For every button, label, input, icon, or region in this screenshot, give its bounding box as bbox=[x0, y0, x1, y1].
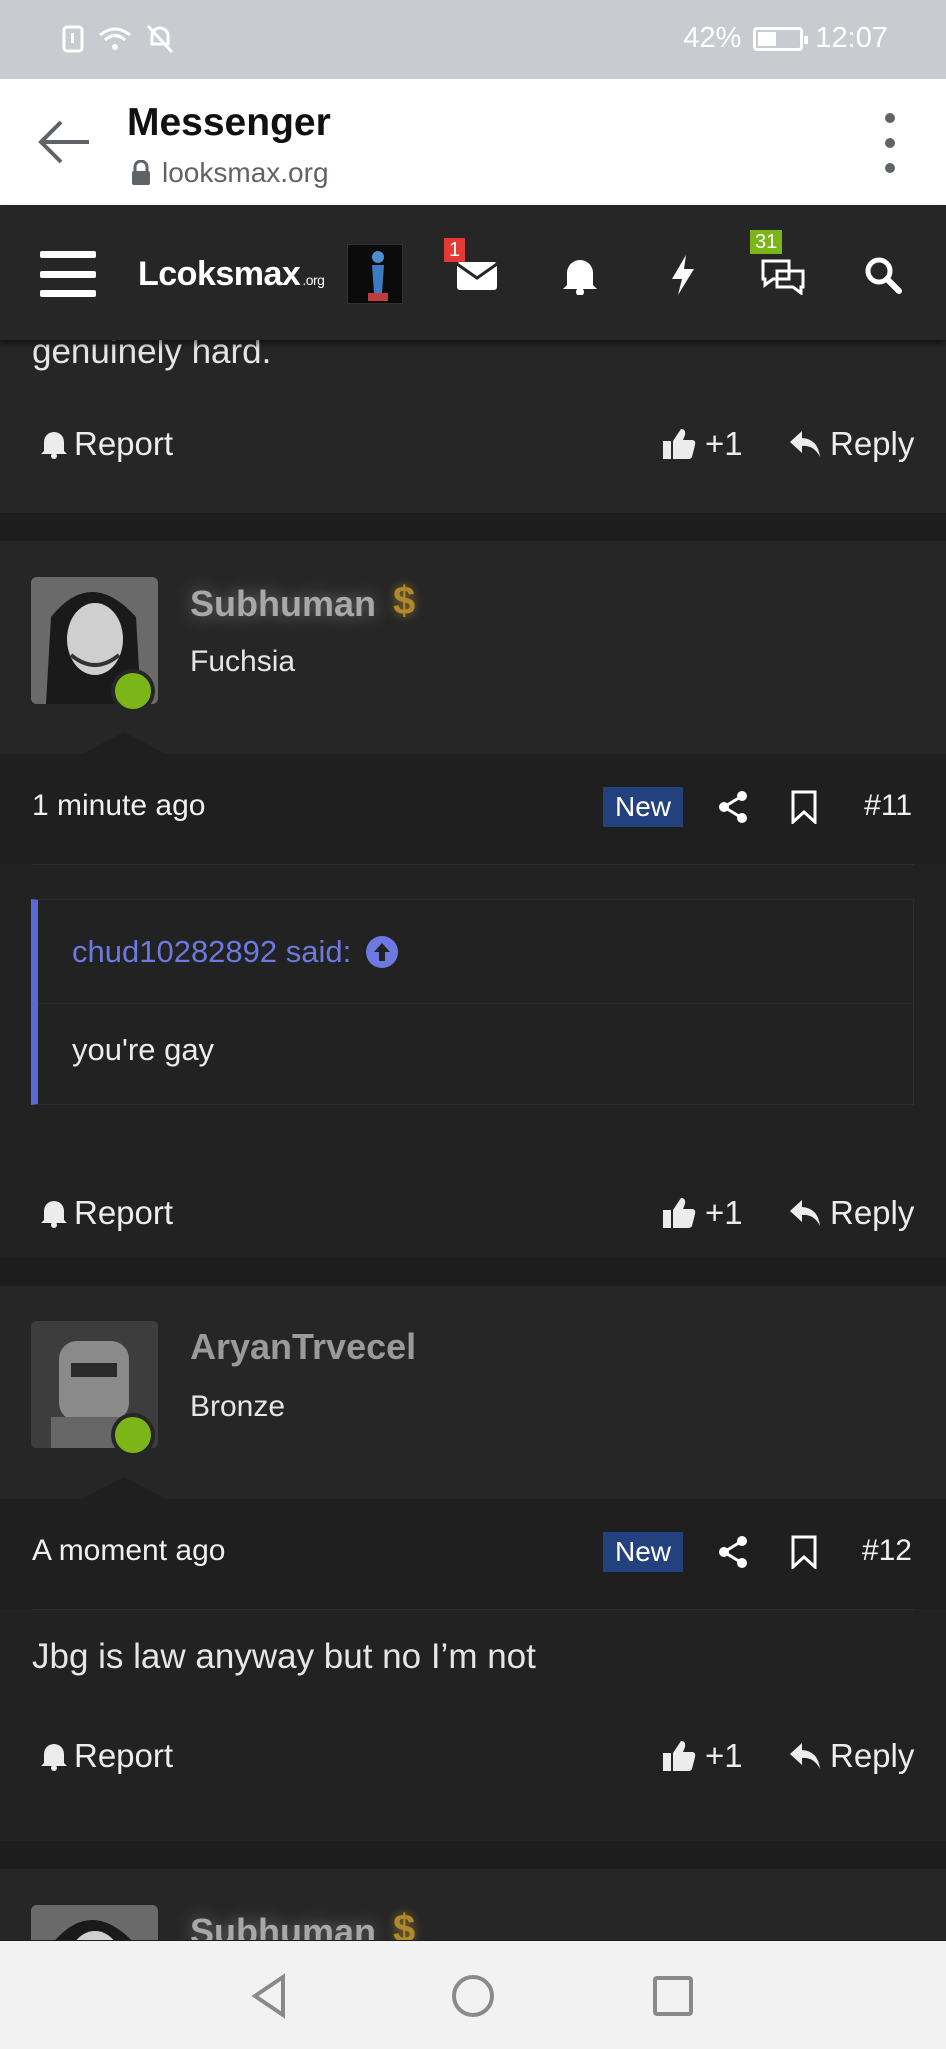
report-button[interactable]: Report bbox=[40, 1194, 173, 1232]
post-meta: 1 minute ago New #11 bbox=[0, 754, 946, 864]
user-block-pointer bbox=[82, 732, 166, 754]
envelope-icon bbox=[456, 262, 498, 290]
user-rank: Fuchsia bbox=[190, 645, 296, 678]
thumbs-up-icon bbox=[663, 1741, 696, 1771]
search-icon bbox=[865, 257, 902, 294]
system-navigation-bar bbox=[0, 1941, 946, 2049]
user-rank: Bronze bbox=[190, 1390, 286, 1423]
account-avatar[interactable] bbox=[347, 244, 403, 304]
more-options-button[interactable] bbox=[880, 113, 900, 173]
bell-icon bbox=[41, 432, 67, 459]
post-divider bbox=[0, 1841, 946, 1869]
post-body: chud10282892 said: you're gay Report +1 … bbox=[0, 864, 946, 1265]
thumbs-up-icon bbox=[663, 429, 696, 459]
site-navigation: Lcoksmax .org 1 31 bbox=[0, 205, 946, 340]
like-button[interactable]: +1 bbox=[661, 1194, 743, 1232]
reply-arrow-icon bbox=[790, 431, 820, 457]
arrow-up-circle-icon bbox=[366, 936, 399, 968]
battery-icon bbox=[753, 26, 809, 51]
mute-bell-icon bbox=[146, 24, 174, 54]
arrow-left-icon bbox=[38, 120, 89, 164]
reply-arrow-icon bbox=[790, 1200, 820, 1226]
chat-bubbles-icon bbox=[761, 259, 805, 295]
home-circle-icon[interactable] bbox=[448, 1971, 498, 2021]
new-badge: New bbox=[603, 1532, 684, 1572]
site-logo[interactable]: Lcoksmax .org bbox=[138, 255, 325, 294]
reply-arrow-icon bbox=[790, 1743, 820, 1769]
username[interactable]: AryanTrvecel bbox=[190, 1326, 416, 1368]
share-icon[interactable] bbox=[716, 790, 750, 824]
post-body-text: genuinely hard. bbox=[32, 340, 272, 371]
like-button[interactable]: +1 bbox=[661, 1737, 743, 1775]
thread-content: genuinely hard. Report +1 Reply Subhuman… bbox=[0, 340, 946, 1940]
conversations-button[interactable]: 31 bbox=[750, 230, 808, 300]
post-time[interactable]: 1 minute ago bbox=[32, 789, 205, 823]
browser-header: Messenger looksmax.org bbox=[0, 79, 946, 205]
back-triangle-icon[interactable] bbox=[245, 1971, 295, 2021]
post-meta: A moment ago New #12 bbox=[0, 1499, 946, 1609]
post-user-block: AryanTrvecel Bronze bbox=[0, 1286, 946, 1499]
dollar-icon: $ bbox=[393, 579, 416, 623]
post-number[interactable]: #12 bbox=[862, 1534, 912, 1568]
quote-author-link[interactable]: chud10282892 said: bbox=[72, 934, 399, 970]
inbox-badge: 1 bbox=[444, 238, 466, 262]
post-divider bbox=[0, 513, 946, 541]
menu-button[interactable] bbox=[40, 251, 96, 297]
alerts-button[interactable] bbox=[555, 250, 605, 300]
lightning-icon bbox=[672, 255, 694, 295]
report-button[interactable]: Report bbox=[40, 1737, 173, 1775]
bell-icon bbox=[41, 1201, 67, 1228]
post-user-block: Subhuman $ bbox=[0, 1869, 946, 1940]
quote-block: chud10282892 said: you're gay bbox=[31, 899, 914, 1105]
bell-icon bbox=[563, 260, 597, 295]
battery-percent: 42% bbox=[683, 22, 742, 54]
post-body: Jbg is law anyway but no I’m not Report … bbox=[0, 1609, 946, 1841]
post-body-text: Jbg is law anyway but no I’m not bbox=[32, 1637, 536, 1676]
alerts-count-badge: 31 bbox=[750, 230, 783, 254]
post-user-block: Subhuman $ Fuchsia bbox=[0, 541, 946, 754]
new-badge: New bbox=[603, 787, 684, 827]
url-display[interactable]: looksmax.org bbox=[130, 157, 329, 189]
dollar-icon: $ bbox=[393, 1907, 416, 1940]
report-button[interactable]: Report bbox=[40, 425, 173, 463]
post-divider bbox=[0, 1258, 946, 1286]
bell-icon bbox=[41, 1744, 67, 1771]
back-button[interactable] bbox=[28, 109, 98, 175]
lock-icon bbox=[132, 160, 150, 185]
previous-post: genuinely hard. Report +1 Reply bbox=[0, 340, 946, 513]
browser-title: Messenger bbox=[127, 101, 331, 144]
search-button[interactable] bbox=[858, 250, 908, 300]
user-block-pointer bbox=[82, 1477, 166, 1499]
post-time[interactable]: A moment ago bbox=[32, 1534, 225, 1568]
bookmark-icon[interactable] bbox=[790, 790, 818, 824]
url-text: looksmax.org bbox=[162, 157, 329, 188]
wifi-icon bbox=[99, 27, 131, 50]
bookmark-icon[interactable] bbox=[790, 1535, 818, 1569]
clock: 12:07 bbox=[815, 22, 888, 54]
reply-button[interactable]: Reply bbox=[788, 1194, 914, 1232]
username[interactable]: Subhuman bbox=[190, 583, 376, 625]
share-icon[interactable] bbox=[716, 1535, 750, 1569]
inbox-button[interactable]: 1 bbox=[444, 238, 502, 300]
whats-new-button[interactable] bbox=[658, 250, 708, 300]
user-avatar[interactable] bbox=[31, 1905, 158, 1940]
online-indicator bbox=[111, 669, 155, 713]
thumbs-up-icon bbox=[663, 1198, 696, 1228]
reply-button[interactable]: Reply bbox=[788, 425, 914, 463]
like-button[interactable]: +1 bbox=[661, 425, 743, 463]
sim-icon bbox=[62, 25, 84, 53]
recents-square-icon[interactable] bbox=[648, 1971, 698, 2021]
post-number[interactable]: #11 bbox=[864, 789, 912, 823]
status-bar: 42% 12:07 bbox=[0, 0, 946, 79]
online-indicator bbox=[111, 1413, 155, 1457]
quote-text: you're gay bbox=[72, 1032, 215, 1067]
username[interactable]: Subhuman bbox=[190, 1911, 376, 1940]
reply-button[interactable]: Reply bbox=[788, 1737, 914, 1775]
